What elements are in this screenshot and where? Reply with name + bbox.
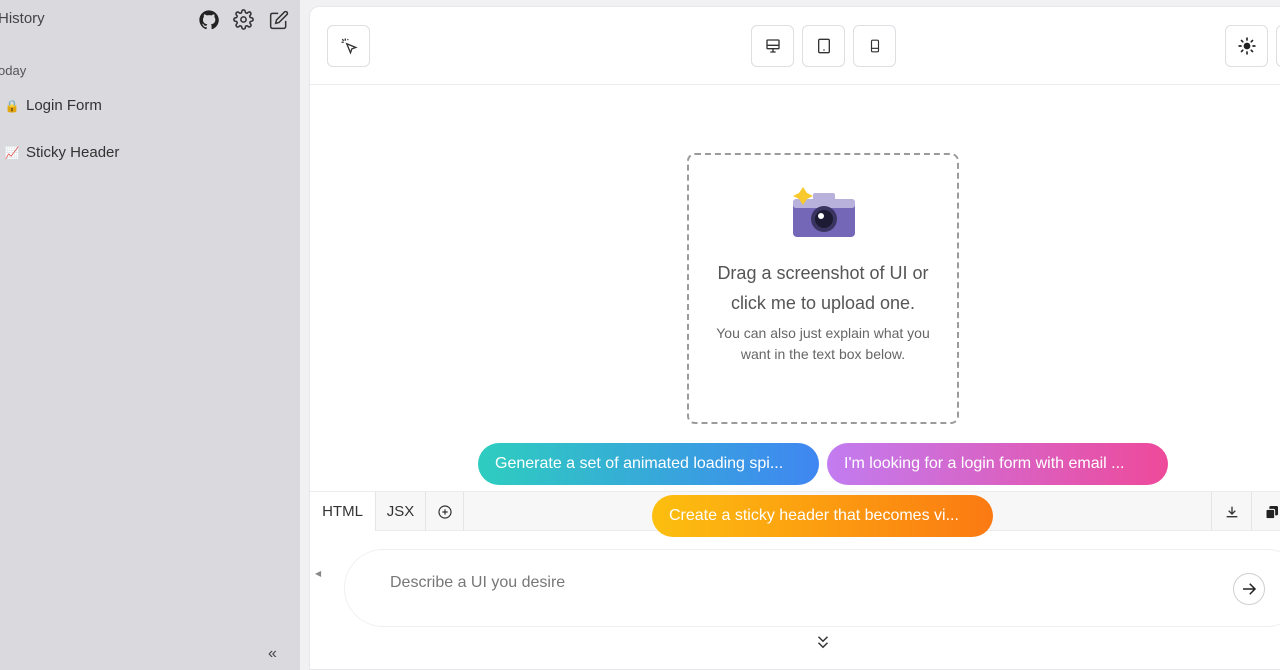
collapse-sidebar-button[interactable]: «	[268, 645, 277, 663]
copy-button[interactable]	[1251, 492, 1280, 531]
tab-html[interactable]: HTML	[310, 492, 376, 531]
scroll-left-arrow[interactable]: ◀	[315, 569, 321, 578]
github-icon[interactable]	[196, 7, 221, 32]
sidebar-title: History	[0, 10, 45, 27]
dropzone-sub-text: You can also just explain what you want …	[716, 325, 930, 362]
lock-icon: 🔒	[4, 98, 20, 113]
desktop-view-button[interactable]	[751, 25, 794, 67]
tablet-view-button[interactable]	[802, 25, 845, 67]
copy-icon	[1265, 505, 1278, 519]
sidebar-actions	[196, 7, 291, 32]
suggestion-chip-login-form[interactable]: I'm looking for a login form with email …	[827, 443, 1168, 485]
more-toolbar-button[interactable]	[1276, 25, 1280, 67]
prompt-input[interactable]	[390, 574, 1190, 592]
history-item-label: Sticky Header	[26, 144, 120, 161]
plus-circle-icon	[437, 504, 452, 519]
suggestion-chip-loading-spinners[interactable]: Generate a set of animated loading spi..…	[478, 443, 819, 485]
sun-icon	[1237, 37, 1256, 55]
preview-toolbar	[310, 7, 1280, 85]
gear-icon[interactable]	[231, 7, 256, 32]
tablet-icon	[817, 38, 830, 54]
chart-icon: 📈	[4, 145, 20, 160]
send-button[interactable]	[1233, 573, 1265, 605]
select-element-button[interactable]	[327, 25, 370, 67]
desktop-icon	[765, 39, 780, 53]
suggestion-chip-label: Generate a set of animated loading spi..…	[495, 455, 784, 472]
chevrons-down-icon	[817, 636, 829, 649]
expand-panel-button[interactable]	[814, 632, 832, 657]
sidebar: History oday 🔒 Login Form 📈 Sticky Heade…	[0, 0, 300, 670]
camera-icon	[789, 185, 857, 246]
history-item-sticky-header[interactable]: 📈 Sticky Header	[4, 144, 120, 161]
arrow-right-icon	[1243, 583, 1257, 595]
download-icon	[1226, 506, 1237, 517]
prompt-box	[345, 550, 1280, 626]
download-button[interactable]	[1211, 492, 1251, 531]
history-section-label: oday	[0, 63, 27, 78]
tab-jsx[interactable]: JSX	[376, 492, 426, 531]
history-item-login-form[interactable]: 🔒 Login Form	[4, 97, 102, 114]
mobile-icon	[870, 39, 879, 53]
pointer-sparkle-icon	[341, 38, 358, 55]
suggestion-chip-label: Create a sticky header that becomes vi..…	[669, 507, 959, 524]
dropzone-main-text: Drag a screenshot of UI or click me to u…	[717, 263, 929, 313]
upload-dropzone[interactable]: Drag a screenshot of UI or click me to u…	[687, 153, 959, 424]
suggestion-chip-label: I'm looking for a login form with email …	[844, 455, 1125, 472]
mobile-view-button[interactable]	[853, 25, 896, 67]
history-item-label: Login Form	[26, 97, 102, 114]
edit-icon[interactable]	[266, 7, 291, 32]
add-tab-button[interactable]	[426, 492, 464, 531]
main-panel: Drag a screenshot of UI or click me to u…	[309, 6, 1280, 670]
suggestion-chip-sticky-header[interactable]: Create a sticky header that becomes vi..…	[652, 495, 993, 537]
theme-toggle-button[interactable]	[1225, 25, 1268, 67]
